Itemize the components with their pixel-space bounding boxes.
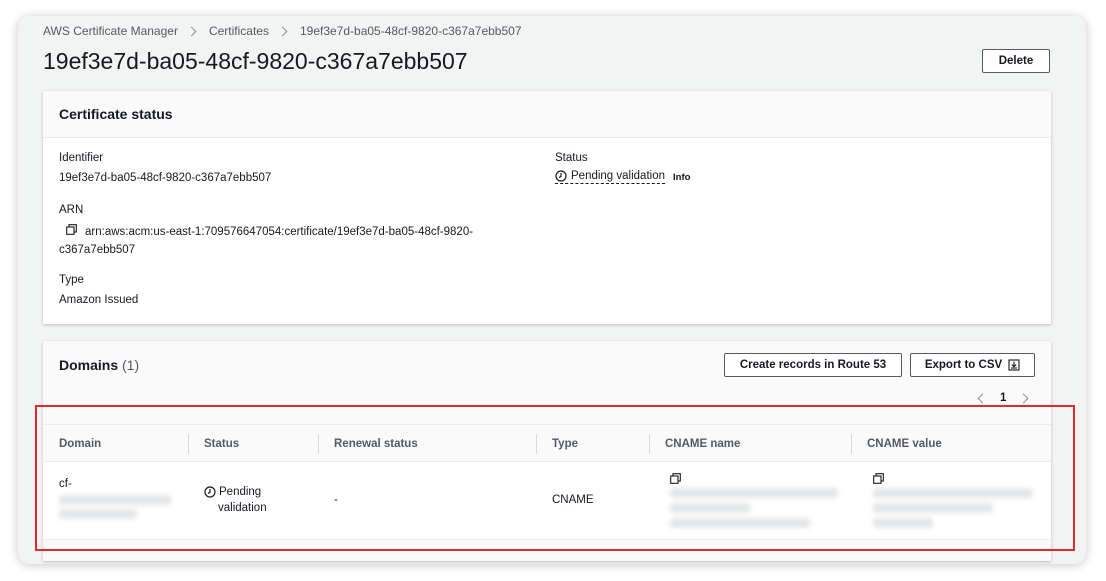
column-domain[interactable]: Domain xyxy=(43,425,101,462)
arn-line-2: c367a7ebb507 xyxy=(59,244,136,257)
arn-line-1: arn:aws:acm:us-east-1:709576647054:certi… xyxy=(85,226,474,239)
type-value: Amazon Issued xyxy=(59,294,139,306)
status-value: Pending validation Info xyxy=(555,170,690,184)
renewal-status-cell: - xyxy=(334,494,338,506)
redacted-domain xyxy=(59,495,171,505)
info-link[interactable]: Info xyxy=(673,172,690,183)
export-csv-button[interactable]: Export to CSV xyxy=(910,353,1035,377)
column-type[interactable]: Type xyxy=(536,425,578,462)
column-renewal-status[interactable]: Renewal status xyxy=(318,425,418,462)
domains-panel: Domains (1) Create records in Route 53 E… xyxy=(43,341,1051,561)
domains-heading-text: Domains xyxy=(59,357,119,373)
domain-cell: cf- xyxy=(59,478,72,490)
clock-icon xyxy=(204,486,216,498)
pending-validation-text: Pending validation xyxy=(571,170,665,182)
delete-button[interactable]: Delete xyxy=(982,49,1050,73)
status-label: Status xyxy=(555,152,588,164)
redacted-cname-value xyxy=(873,503,993,513)
column-status[interactable]: Status xyxy=(188,425,239,462)
column-cname-name[interactable]: CNAME name xyxy=(649,425,740,462)
domains-table: Domain Status Renewal status Type CNAME … xyxy=(43,424,1051,540)
download-icon xyxy=(1008,359,1020,371)
previous-page-icon[interactable] xyxy=(977,393,988,403)
create-records-route53-button[interactable]: Create records in Route 53 xyxy=(724,353,902,377)
row-status-line-2: validation xyxy=(218,502,267,514)
redacted-cname-name xyxy=(670,503,750,513)
breadcrumb-chevron-icon xyxy=(277,26,288,36)
copy-cname-value-icon[interactable] xyxy=(873,471,884,489)
breadcrumb-chevron-icon xyxy=(186,26,197,36)
current-page-number[interactable]: 1 xyxy=(1000,392,1006,404)
table-row: cf- Pending validation - CNAME xyxy=(43,462,1051,540)
redacted-cname-name xyxy=(670,488,838,498)
breadcrumb-acm[interactable]: AWS Certificate Manager xyxy=(43,24,178,38)
redacted-cname-value xyxy=(873,518,933,528)
type-label: Type xyxy=(59,274,84,286)
redacted-domain xyxy=(59,509,137,519)
breadcrumb: AWS Certificate Manager Certificates 19e… xyxy=(43,23,522,39)
export-csv-label: Export to CSV xyxy=(924,359,1003,371)
row-status-cell: Pending xyxy=(204,486,261,498)
breadcrumb-certificates[interactable]: Certificates xyxy=(209,24,269,38)
row-status-line-1: Pending xyxy=(219,486,262,498)
identifier-value: 19ef3e7d-ba05-48cf-9820-c367a7ebb507 xyxy=(59,172,272,184)
certificate-status-heading: Certificate status xyxy=(43,91,1051,138)
arn-value: arn:aws:acm:us-east-1:709576647054:certi… xyxy=(59,223,499,259)
redacted-cname-value xyxy=(873,488,1033,498)
copy-cname-name-icon[interactable] xyxy=(670,471,681,489)
identifier-label: Identifier xyxy=(59,152,104,164)
breadcrumb-current: 19ef3e7d-ba05-48cf-9820-c367a7ebb507 xyxy=(299,24,522,38)
arn-label: ARN xyxy=(59,204,84,216)
certificate-status-panel: Certificate status Identifier 19ef3e7d-b… xyxy=(43,91,1051,324)
type-cell: CNAME xyxy=(552,494,594,506)
pagination: 1 xyxy=(977,390,1029,406)
pending-validation-status[interactable]: Pending validation xyxy=(555,170,665,184)
table-header: Domain Status Renewal status Type CNAME … xyxy=(43,424,1051,462)
copy-icon[interactable] xyxy=(66,223,77,241)
domains-count: (1) xyxy=(122,357,140,373)
console-frame: AWS Certificate Manager Certificates 19e… xyxy=(18,16,1086,564)
page-title: 19ef3e7d-ba05-48cf-9820-c367a7ebb507 xyxy=(43,48,468,74)
next-page-icon[interactable] xyxy=(1018,393,1029,403)
domains-heading: Domains (1) xyxy=(59,357,139,373)
clock-icon xyxy=(555,170,567,182)
redacted-cname-name xyxy=(670,518,810,528)
column-cname-value[interactable]: CNAME value xyxy=(851,425,942,462)
